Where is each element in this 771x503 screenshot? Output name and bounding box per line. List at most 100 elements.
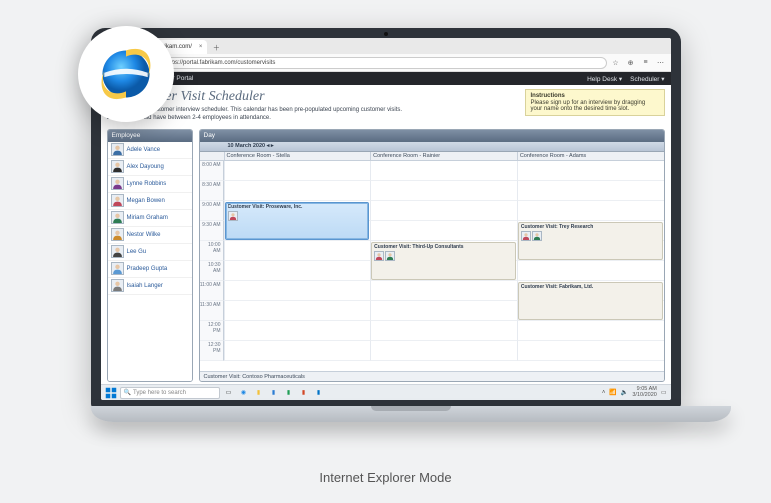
event-title: Customer Visit: Proseware, Inc. (228, 204, 367, 210)
taskbar: 🔍 Type here to search ▭ ◉ ▮ ▮ ▮ ▮ ▮ ˄ 📶 … (101, 384, 671, 400)
nav-scheduler[interactable]: Scheduler ▾ (630, 75, 664, 83)
calendar-slot[interactable] (370, 221, 517, 241)
calendar-slot[interactable] (224, 161, 371, 181)
room-header: Conference Room - Adams (517, 152, 664, 160)
avatar (111, 245, 124, 258)
calendar-slot[interactable] (224, 181, 371, 201)
time-label: 11:00 AM (200, 281, 224, 301)
calendar-slot[interactable] (224, 281, 371, 301)
employee-row[interactable]: Isaiah Langer (108, 278, 192, 295)
calendar-grid[interactable]: 8:00 AM8:30 AM9:00 AM9:30 AM10:00 AM10:3… (200, 161, 664, 371)
calendar-slot[interactable] (370, 181, 517, 201)
calendar-slot[interactable] (224, 341, 371, 361)
event-title: Customer Visit: Fabrikam, Ltd. (521, 284, 660, 290)
employee-row[interactable]: Miriam Graham (108, 210, 192, 227)
calendar-event-wrap: Customer Visit: Third-Up Consultants (370, 241, 517, 281)
employee-name: Alex Dayoung (127, 164, 164, 170)
employee-row[interactable]: Alex Dayoung (108, 159, 192, 176)
tray-volume-icon[interactable]: 🔈 (621, 389, 628, 396)
calendar-slot[interactable] (370, 201, 517, 221)
employee-row[interactable]: Lee Gu (108, 244, 192, 261)
calendar-slot[interactable] (370, 341, 517, 361)
calendar-slot[interactable] (517, 261, 664, 281)
calendar-slot[interactable] (224, 321, 371, 341)
calendar-slot[interactable] (517, 161, 664, 181)
page: Fabrikam Customer Portal Help Desk ▾ Sch… (101, 72, 671, 384)
calendar-slot[interactable] (517, 201, 664, 221)
start-button[interactable] (105, 387, 117, 399)
employee-name: Lee Gu (127, 249, 147, 255)
browser-toolbar: ← → ⟳ 🔒 https://portal.fabrikam.com/cust… (101, 54, 671, 72)
calendar-date[interactable]: 10 March 2020 ◂ ▸ (204, 143, 274, 149)
taskbar-clock[interactable]: 9:05 AM 3/10/2020 (632, 387, 656, 398)
calendar-event[interactable]: Customer Visit: Fabrikam, Ltd. (518, 282, 663, 320)
calendar-event[interactable]: Customer Visit: Trey Research (518, 222, 663, 260)
time-label: 12:30 PM (200, 341, 224, 361)
camera-dot (384, 32, 388, 36)
employee-name: Pradeep Gupta (127, 266, 168, 272)
collections-button[interactable]: ⊕ (625, 57, 637, 69)
taskbar-app-word[interactable]: ▮ (268, 387, 280, 399)
menu-button[interactable]: ⋯ (655, 57, 667, 69)
calendar-room-header: Conference Room - StellaConference Room … (200, 152, 664, 161)
calendar-slot[interactable] (370, 161, 517, 181)
taskview-icon[interactable]: ▭ (223, 387, 235, 399)
address-bar[interactable]: 🔒 https://portal.fabrikam.com/customervi… (150, 57, 607, 69)
room-header: Conference Room - Rainier (370, 152, 517, 160)
favorite-button[interactable]: ☆ (610, 57, 622, 69)
calendar-slot[interactable] (517, 341, 664, 361)
time-label: 10:30 AM (200, 261, 224, 281)
employee-row[interactable]: Megan Bowen (108, 193, 192, 210)
tray-network-icon[interactable]: 📶 (609, 389, 616, 396)
calendar-slot[interactable] (224, 241, 371, 261)
avatar (532, 231, 542, 241)
employees-header: Employee (108, 130, 192, 142)
time-label: 11:30 AM (200, 301, 224, 321)
avatar (111, 177, 124, 190)
taskbar-app-explorer[interactable]: ▮ (253, 387, 265, 399)
time-label: 9:30 AM (200, 221, 224, 241)
figure-caption: Internet Explorer Mode (0, 470, 771, 485)
employee-row[interactable]: Pradeep Gupta (108, 261, 192, 278)
employee-row[interactable]: Lynne Robbins (108, 176, 192, 193)
taskbar-app-edge[interactable]: ◉ (238, 387, 250, 399)
calendar-slot[interactable] (370, 301, 517, 321)
calendar-slot[interactable] (517, 321, 664, 341)
calendar-subheader: 10 March 2020 ◂ ▸ (200, 142, 664, 152)
time-label: 8:30 AM (200, 181, 224, 201)
calendar-slot[interactable] (517, 181, 664, 201)
employee-row[interactable]: Nestor Wilke (108, 227, 192, 244)
tray-notifications-icon[interactable]: ▭ (661, 389, 667, 396)
calendar-slot[interactable] (224, 301, 371, 321)
event-title: Customer Visit: Third-Up Consultants (374, 244, 513, 250)
room-header: Conference Room - Stella (224, 152, 371, 160)
nav-helpdesk[interactable]: Help Desk ▾ (587, 75, 622, 83)
taskbar-app-ppt[interactable]: ▮ (298, 387, 310, 399)
calendar-event[interactable]: Customer Visit: Proseware, Inc. (225, 202, 370, 240)
tab-close-icon[interactable]: × (199, 44, 203, 50)
calendar-slot[interactable] (370, 281, 517, 301)
employee-row[interactable]: Adele Vance (108, 142, 192, 159)
calendar-slot[interactable] (370, 321, 517, 341)
address-text: https://portal.fabrikam.com/customervisi… (165, 60, 275, 66)
employees-list: Adele Vance Alex Dayoung Lynne RobbinsMega… (108, 142, 192, 381)
avatar (374, 251, 384, 261)
calendar-event[interactable]: Customer Visit: Third-Up Consultants (371, 242, 516, 280)
avatar (521, 231, 531, 241)
taskbar-search[interactable]: 🔍 Type here to search (120, 387, 220, 399)
taskbar-app-excel[interactable]: ▮ (283, 387, 295, 399)
employee-name: Miriam Graham (127, 215, 168, 221)
employee-name: Adele Vance (127, 147, 161, 153)
time-label: 10:00 AM (200, 241, 224, 261)
avatar (111, 262, 124, 275)
taskbar-app-outlook[interactable]: ▮ (313, 387, 325, 399)
employee-name: Isaiah Langer (127, 283, 163, 289)
calendar-event-wrap: Customer Visit: Trey Research (517, 221, 664, 261)
tray-chevron-icon[interactable]: ˄ (602, 390, 606, 396)
calendar-slot[interactable] (224, 261, 371, 281)
avatar (228, 211, 238, 221)
new-tab-button[interactable]: ＋ (209, 42, 223, 54)
screen: https://portal.fabrikam.com/ × ＋ ← → ⟳ 🔒… (101, 38, 671, 400)
time-label: 8:00 AM (200, 161, 224, 181)
profile-button[interactable]: ≡ (640, 57, 652, 69)
